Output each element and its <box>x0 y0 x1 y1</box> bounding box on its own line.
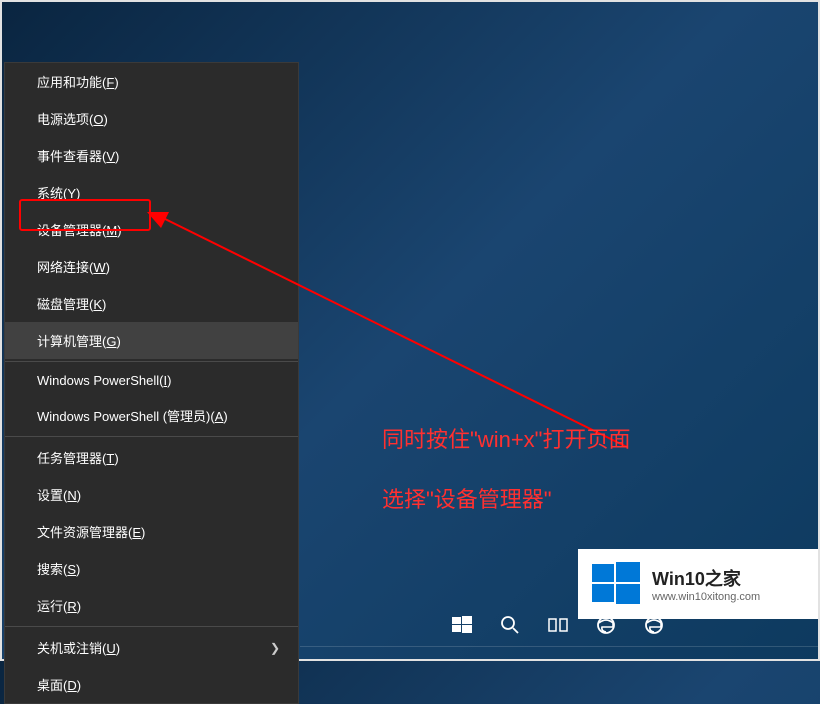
menu-label: 应用和功能 <box>37 72 102 91</box>
winx-menu: 应用和功能(F) 电源选项(O) 事件查看器(V) 系统(Y) 设备管理器(M)… <box>4 62 299 704</box>
watermark-url: www.win10xitong.com <box>652 591 760 603</box>
taskbar <box>297 605 818 645</box>
menu-item-event-viewer[interactable]: 事件查看器(V) <box>5 137 298 174</box>
task-view-icon <box>548 615 568 635</box>
menu-separator <box>5 361 298 362</box>
menu-separator <box>5 436 298 437</box>
menu-item-power[interactable]: 电源选项(O) <box>5 100 298 137</box>
annotation-text-2: 选择"设备管理器" <box>382 482 552 517</box>
menu-item-file-explorer[interactable]: 文件资源管理器(E) <box>5 513 298 550</box>
windows-logo-icon <box>592 560 640 608</box>
search-button[interactable] <box>488 607 532 643</box>
menu-item-shutdown[interactable]: 关机或注销(U) ❯ <box>5 629 298 666</box>
annotation-text-1: 同时按住"win+x"打开页面 <box>382 422 630 457</box>
menu-item-disk-mgmt[interactable]: 磁盘管理(K) <box>5 285 298 322</box>
menu-separator <box>5 626 298 627</box>
edge-alt-button[interactable] <box>632 607 676 643</box>
chevron-right-icon: ❯ <box>270 641 280 655</box>
search-icon <box>500 615 520 635</box>
menu-item-desktop[interactable]: 桌面(D) <box>5 666 298 703</box>
highlight-rectangle <box>19 199 151 231</box>
edge-button[interactable] <box>584 607 628 643</box>
menu-item-search[interactable]: 搜索(S) <box>5 550 298 587</box>
menu-item-powershell-admin[interactable]: Windows PowerShell (管理员)(A) <box>5 397 298 434</box>
menu-item-network[interactable]: 网络连接(W) <box>5 248 298 285</box>
menu-item-powershell[interactable]: Windows PowerShell(I) <box>5 364 298 397</box>
menu-item-run[interactable]: 运行(R) <box>5 587 298 624</box>
menu-item-task-manager[interactable]: 任务管理器(T) <box>5 439 298 476</box>
watermark-title: Win10之家 <box>652 565 760 591</box>
taskbar-border <box>300 646 818 647</box>
menu-item-apps[interactable]: 应用和功能(F) <box>5 63 298 100</box>
task-view-button[interactable] <box>536 607 580 643</box>
start-button[interactable] <box>440 607 484 643</box>
menu-item-computer-mgmt[interactable]: 计算机管理(G) <box>5 322 298 359</box>
edge-icon <box>644 615 664 635</box>
windows-start-icon <box>452 615 472 635</box>
menu-item-settings[interactable]: 设置(N) <box>5 476 298 513</box>
edge-icon <box>596 615 616 635</box>
